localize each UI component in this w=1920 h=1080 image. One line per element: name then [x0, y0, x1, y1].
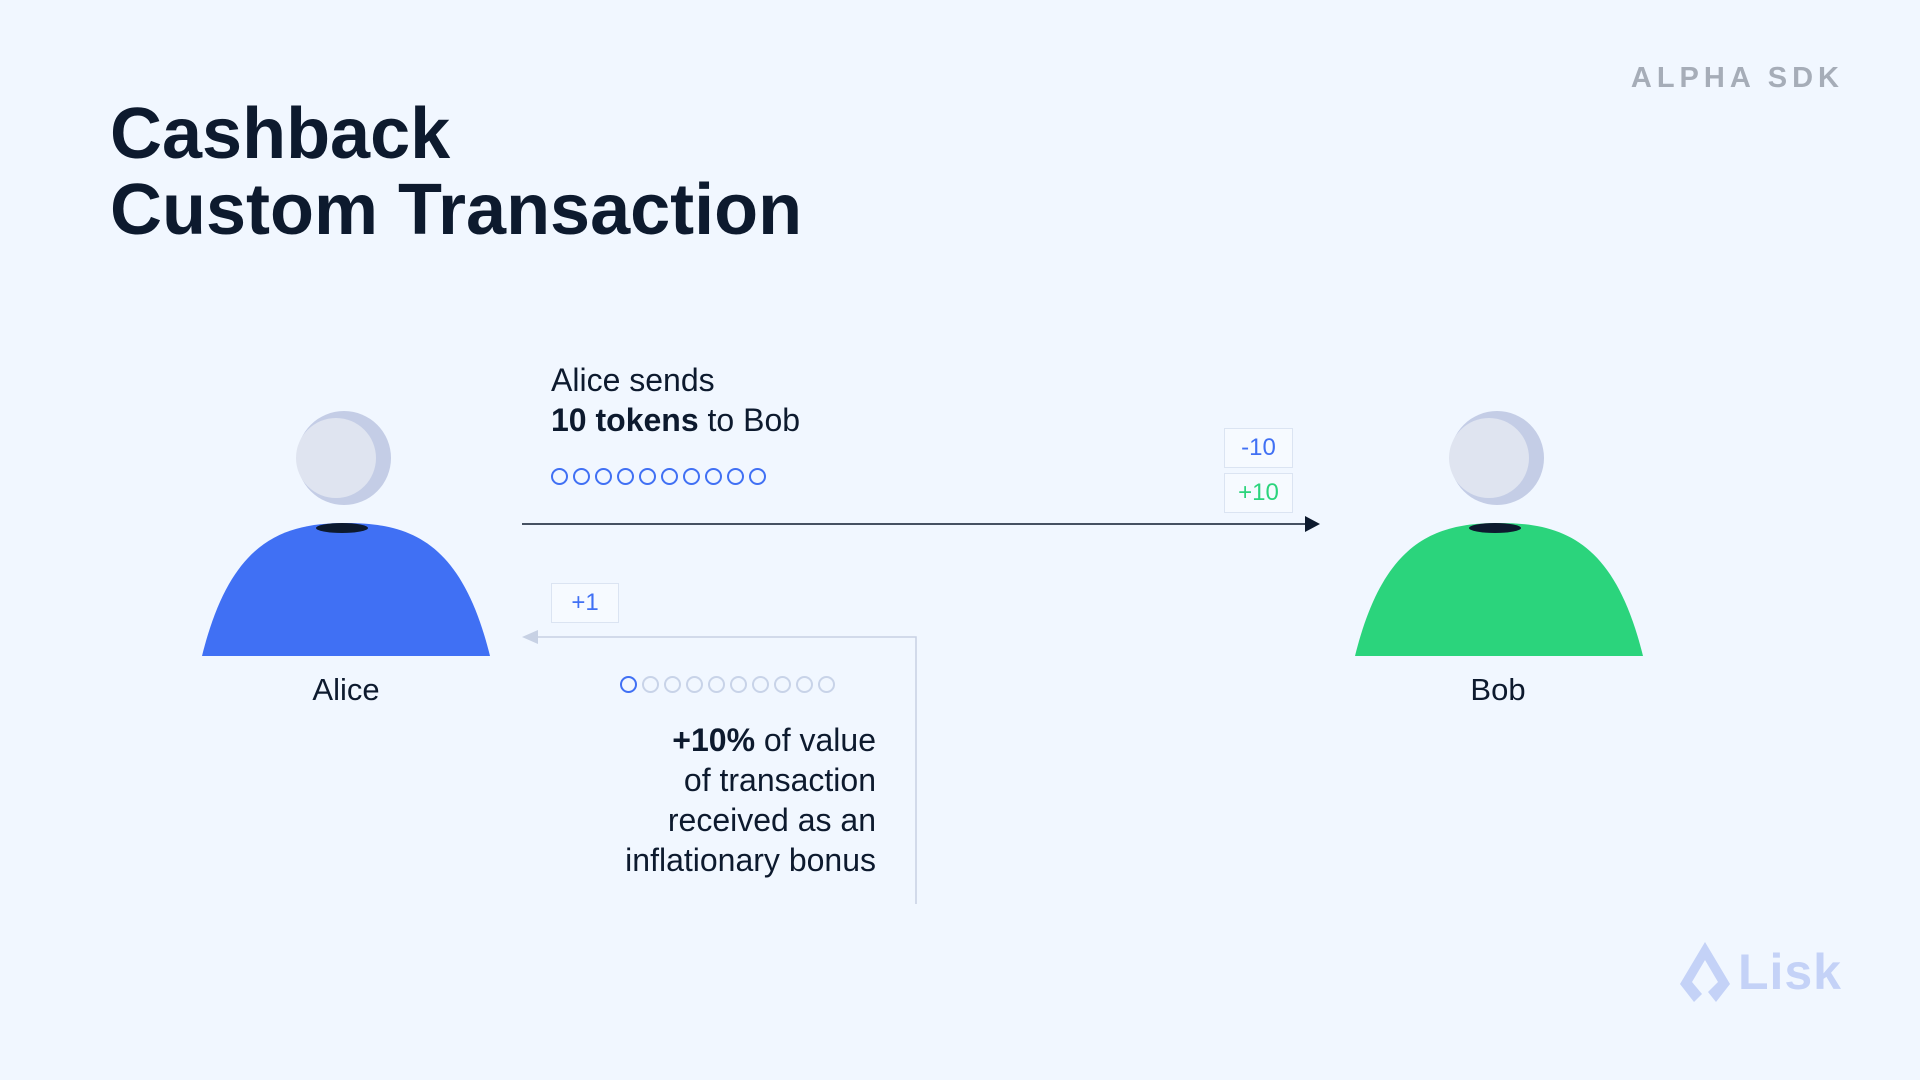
bonus-delta-badge: +1	[551, 583, 619, 623]
bonus-caption-line1: +10% of value	[625, 720, 876, 760]
bonus-caption: +10% of value of transaction received as…	[625, 720, 876, 880]
alice-label: Alice	[312, 672, 380, 707]
token-coin-icon	[818, 676, 835, 693]
token-coin-icon	[664, 676, 681, 693]
bonus-caption-line2: of transaction	[683, 762, 876, 798]
bonus-arrow-head	[522, 630, 538, 644]
token-coin-icon	[573, 468, 590, 485]
bonus-caption-line1-rest: of value	[755, 722, 876, 758]
bonus-percent: +10%	[672, 722, 756, 758]
token-coin-icon	[752, 676, 769, 693]
token-coin-icon	[661, 468, 678, 485]
token-coin-icon	[774, 676, 791, 693]
token-coin-icon	[708, 676, 725, 693]
token-coin-icon	[620, 676, 637, 693]
token-coin-icon	[617, 468, 634, 485]
lisk-logo-text: Lisk	[1737, 944, 1842, 1000]
token-coin-icon	[551, 468, 568, 485]
token-coin-icon	[730, 676, 747, 693]
send-arrow-head	[1305, 516, 1320, 532]
send-caption: Alice sends 10 tokens to Bob	[551, 360, 800, 440]
sender-delta-badge: -10	[1224, 428, 1293, 468]
bob-avatar	[1353, 408, 1645, 658]
token-coin-icon	[727, 468, 744, 485]
lisk-logo: Lisk	[1678, 940, 1842, 1004]
token-coin-icon	[705, 468, 722, 485]
bob-label: Bob	[1470, 672, 1526, 707]
lisk-logo-icon	[1679, 942, 1730, 1002]
token-coin-icon	[686, 676, 703, 693]
send-recipient: to Bob	[698, 402, 801, 438]
token-coin-icon	[642, 676, 659, 693]
bonus-coins	[620, 676, 835, 693]
send-caption-line2: 10 tokens to Bob	[551, 400, 800, 440]
token-coin-icon	[595, 468, 612, 485]
bonus-caption-line4: inflationary bonus	[625, 842, 876, 878]
bonus-caption-line3: received as an	[667, 802, 876, 838]
send-coins	[551, 468, 766, 485]
token-coin-icon	[796, 676, 813, 693]
send-amount: 10 tokens	[551, 402, 699, 438]
token-coin-icon	[749, 468, 766, 485]
token-coin-icon	[639, 468, 656, 485]
receiver-delta-badge: +10	[1224, 473, 1293, 513]
send-caption-line1: Alice sends	[551, 362, 715, 398]
alice-avatar	[200, 408, 492, 658]
token-coin-icon	[683, 468, 700, 485]
